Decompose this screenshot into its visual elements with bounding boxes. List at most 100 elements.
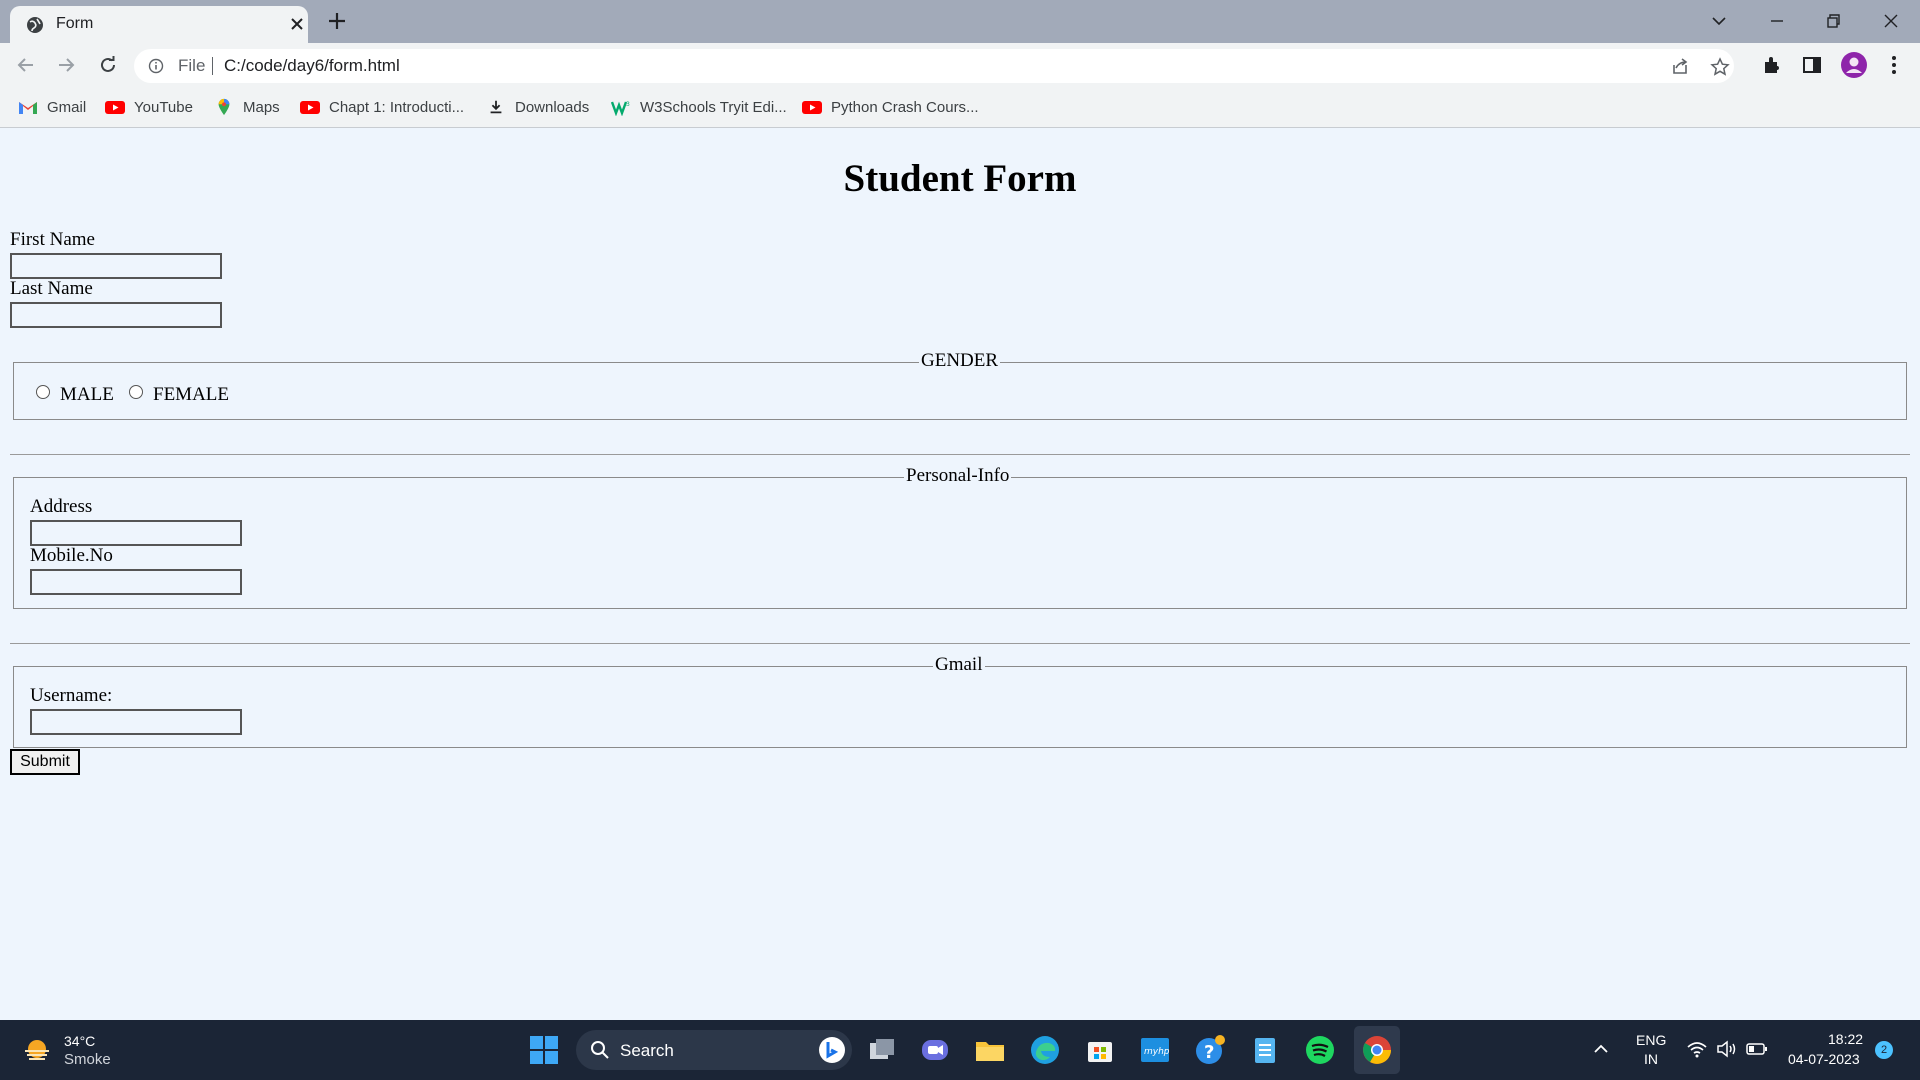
bookmark-downloads[interactable]: Downloads bbox=[486, 96, 589, 118]
wifi-icon[interactable] bbox=[1686, 1040, 1708, 1058]
male-radio[interactable] bbox=[36, 385, 50, 399]
url-scheme-label: File bbox=[178, 56, 206, 75]
bookmark-w3schools[interactable]: 3 W3Schools Tryit Edi... bbox=[611, 96, 787, 118]
new-tab-icon[interactable] bbox=[326, 10, 348, 32]
address-bar[interactable]: File C:/code/day6/form.html bbox=[134, 49, 1734, 83]
gmail-fieldset: Gmail Username: bbox=[13, 654, 1907, 748]
chrome-taskbar-button[interactable] bbox=[1354, 1026, 1400, 1074]
gender-legend: GENDER bbox=[919, 350, 1001, 372]
bing-icon bbox=[819, 1037, 845, 1063]
bookmark-label: Chapt 1: Introducti... bbox=[329, 98, 465, 116]
back-icon[interactable] bbox=[14, 53, 38, 77]
taskbar: 34°C Smoke Search myhp ? ENG IN 18:22 04… bbox=[0, 1020, 1920, 1080]
weather-description: Smoke bbox=[64, 1051, 111, 1068]
weather-widget[interactable]: 34°C Smoke bbox=[20, 1030, 120, 1070]
file-explorer-icon[interactable] bbox=[974, 1034, 1006, 1066]
horizontal-rule bbox=[10, 454, 1910, 455]
bookmark-label: W3Schools Tryit Edi... bbox=[640, 98, 787, 116]
restore-icon[interactable] bbox=[1820, 8, 1846, 34]
microsoft-store-icon[interactable] bbox=[1084, 1034, 1116, 1066]
show-hidden-icons-chevron-icon[interactable] bbox=[1592, 1042, 1610, 1056]
info-icon[interactable] bbox=[148, 58, 164, 74]
search-label: Search bbox=[620, 1041, 674, 1060]
bookmark-maps[interactable]: Maps bbox=[214, 96, 280, 118]
chrome-icon bbox=[1363, 1036, 1391, 1064]
personal-info-fieldset: Personal-Info Address Mobile.No bbox=[13, 465, 1907, 609]
personal-info-legend: Personal-Info bbox=[904, 465, 1012, 487]
address-label: Address bbox=[30, 496, 93, 517]
bookmark-label: Gmail bbox=[47, 98, 87, 116]
close-window-icon[interactable] bbox=[1878, 8, 1904, 34]
forward-icon[interactable] bbox=[54, 53, 78, 77]
youtube-icon bbox=[802, 101, 822, 114]
bookmark-label: Python Crash Cours... bbox=[831, 98, 979, 116]
language-indicator-line2[interactable]: IN bbox=[1644, 1051, 1658, 1067]
notepad-icon[interactable] bbox=[1249, 1034, 1281, 1066]
battery-icon[interactable] bbox=[1746, 1041, 1768, 1057]
female-radio[interactable] bbox=[129, 385, 143, 399]
windows-start-icon[interactable] bbox=[528, 1034, 560, 1066]
task-view-icon[interactable] bbox=[866, 1034, 898, 1066]
mobile-label: Mobile.No bbox=[30, 545, 113, 566]
w3schools-icon: 3 bbox=[611, 101, 630, 116]
myhp-icon[interactable]: myhp bbox=[1139, 1034, 1171, 1066]
gender-fieldset: GENDER MALE FEMALE bbox=[13, 350, 1907, 420]
url-text[interactable]: C:/code/day6/form.html bbox=[224, 56, 400, 76]
url-separator bbox=[212, 57, 213, 75]
volume-icon[interactable] bbox=[1716, 1039, 1738, 1059]
taskbar-search-box[interactable]: Search bbox=[576, 1030, 852, 1070]
first-name-input[interactable] bbox=[10, 253, 222, 279]
weather-temperature: 34°C bbox=[64, 1033, 96, 1049]
address-input[interactable] bbox=[30, 520, 242, 546]
edge-icon[interactable] bbox=[1029, 1034, 1061, 1066]
tab-search-chevron-icon[interactable] bbox=[1706, 8, 1732, 34]
tab-form[interactable]: Form bbox=[10, 6, 308, 43]
spotify-icon[interactable] bbox=[1304, 1034, 1336, 1066]
male-label[interactable]: MALE bbox=[60, 384, 114, 406]
mobile-input[interactable] bbox=[30, 569, 242, 595]
last-name-label: Last Name bbox=[10, 278, 93, 299]
clock-date[interactable]: 04-07-2023 bbox=[1788, 1051, 1860, 1067]
browser-tab-strip: Form bbox=[0, 0, 1920, 43]
maps-icon bbox=[218, 98, 230, 116]
bookmarks-bar: Gmail YouTube Maps Chapt 1: Introducti..… bbox=[0, 87, 1920, 128]
username-input[interactable] bbox=[30, 709, 242, 735]
share-icon[interactable] bbox=[1670, 57, 1690, 77]
page-content: Student Form First Name Last Name GENDER… bbox=[0, 128, 1920, 1020]
extensions-icon[interactable] bbox=[1760, 53, 1784, 77]
bookmark-label: Downloads bbox=[515, 98, 590, 116]
globe-icon bbox=[27, 17, 43, 33]
reload-icon[interactable] bbox=[96, 53, 120, 77]
help-icon[interactable]: ? bbox=[1194, 1034, 1226, 1066]
bookmark-star-icon[interactable] bbox=[1710, 57, 1730, 77]
svg-text:?: ? bbox=[1204, 1042, 1214, 1063]
clock-time[interactable]: 18:22 bbox=[1828, 1031, 1863, 1047]
teams-chat-icon[interactable] bbox=[919, 1034, 951, 1066]
youtube-icon bbox=[300, 101, 320, 114]
browser-menu-icon[interactable] bbox=[1882, 53, 1906, 77]
svg-text:3: 3 bbox=[626, 101, 630, 108]
bookmark-chapt-1[interactable]: Chapt 1: Introducti... bbox=[300, 96, 464, 118]
bookmark-gmail[interactable]: Gmail bbox=[18, 96, 86, 118]
bookmark-label: Maps bbox=[243, 98, 280, 116]
language-indicator-line1[interactable]: ENG bbox=[1636, 1032, 1666, 1048]
weather-haze-icon bbox=[25, 1040, 49, 1060]
submit-button[interactable]: Submit bbox=[10, 749, 80, 775]
search-icon bbox=[591, 1041, 609, 1059]
bookmark-python-crash-course[interactable]: Python Crash Cours... bbox=[802, 96, 979, 118]
female-label[interactable]: FEMALE bbox=[153, 384, 229, 406]
browser-toolbar: File C:/code/day6/form.html bbox=[0, 43, 1920, 87]
minimize-icon[interactable] bbox=[1764, 8, 1790, 34]
gmail-legend: Gmail bbox=[933, 654, 985, 676]
username-label: Username: bbox=[30, 685, 113, 706]
notification-badge[interactable]: 2 bbox=[1875, 1041, 1893, 1059]
bookmark-youtube[interactable]: YouTube bbox=[105, 96, 193, 118]
last-name-input[interactable] bbox=[10, 302, 222, 328]
bookmark-label: YouTube bbox=[134, 98, 193, 116]
tab-title: Form bbox=[56, 15, 94, 32]
profile-avatar-icon[interactable] bbox=[1840, 51, 1868, 79]
gmail-icon bbox=[19, 102, 37, 114]
download-icon bbox=[490, 100, 502, 114]
close-tab-icon[interactable] bbox=[287, 14, 307, 34]
side-panel-icon[interactable] bbox=[1800, 53, 1824, 77]
